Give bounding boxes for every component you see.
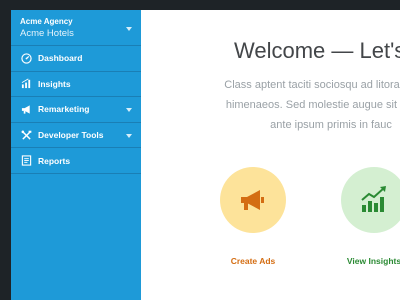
account-switcher[interactable]: Acme Agency Acme Hotels — [11, 10, 141, 46]
megaphone-icon — [20, 103, 32, 115]
create-ads-button[interactable]: Create Ads — [213, 167, 293, 266]
intro-line: himenaeos. Sed molestie augue sit amet l… — [225, 99, 400, 111]
app-window: Acme Agency Acme Hotels Dashboard Insigh… — [11, 10, 400, 300]
tools-icon — [20, 129, 32, 141]
chevron-down-icon[interactable] — [126, 133, 132, 138]
view-insights-circle[interactable] — [341, 167, 400, 233]
sidebar-item-label: Insights — [38, 78, 71, 89]
client-name: Acme Hotels — [20, 28, 74, 39]
sidebar-item-developer-tools[interactable]: Developer Tools — [11, 123, 141, 149]
sidebar-item-label: Dashboard — [38, 53, 83, 64]
sidebar-item-reports[interactable]: Reports — [11, 148, 141, 174]
sidebar-item-remarketing[interactable]: Remarketing — [11, 97, 141, 123]
chevron-down-icon[interactable] — [126, 108, 132, 113]
chevron-down-icon[interactable] — [126, 27, 132, 31]
growth-chart-icon — [361, 186, 386, 212]
main-content: Welcome — Let's Class aptent taciti soci… — [141, 10, 400, 300]
view-insights-label[interactable]: View Insights — [334, 256, 400, 266]
sidebar-item-label: Reports — [38, 155, 71, 166]
create-ads-label[interactable]: Create Ads — [213, 256, 293, 266]
sidebar-item-dashboard[interactable]: Dashboard — [11, 46, 141, 72]
intro-paragraph: Class aptent taciti sociosqu ad litora t… — [171, 75, 400, 135]
page-title: Welcome — Let's — [234, 38, 400, 63]
report-icon — [20, 155, 32, 167]
intro-line: Class aptent taciti sociosqu ad litora t… — [224, 79, 400, 91]
create-ads-circle[interactable] — [220, 167, 286, 233]
agency-name: Acme Agency — [20, 17, 73, 26]
sidebar-item-label: Developer Tools — [38, 130, 104, 141]
view-insights-button[interactable]: View Insights — [334, 167, 400, 266]
megaphone-icon — [241, 190, 264, 210]
bar-chart-icon — [20, 78, 32, 90]
dashboard-gauge-icon — [20, 52, 32, 64]
sidebar-item-insights[interactable]: Insights — [11, 72, 141, 98]
sidebar: Acme Agency Acme Hotels Dashboard Insigh… — [11, 10, 141, 300]
intro-line: ante ipsum primis in fauc — [270, 119, 392, 131]
sidebar-item-label: Remarketing — [38, 104, 90, 115]
